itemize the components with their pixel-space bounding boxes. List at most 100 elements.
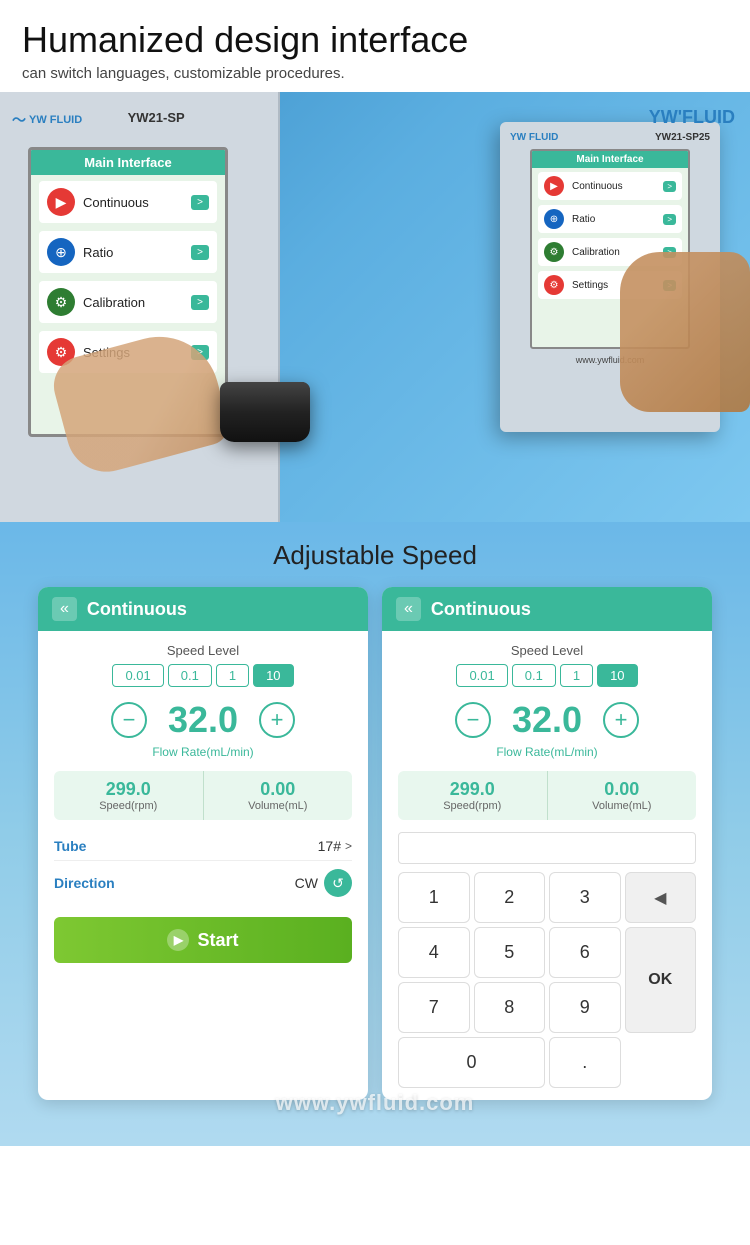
left-start-icon: ▶ [167, 929, 189, 951]
speed-btn-001[interactable]: 0.01 [112, 664, 163, 687]
left-direction-label: Direction [54, 875, 115, 891]
right-speed-btn-1[interactable]: 1 [560, 664, 593, 687]
numpad-btn-4[interactable]: 4 [398, 927, 470, 978]
screen-left-header: Main Interface [31, 150, 225, 175]
device-model-left: YW21-SP [128, 110, 185, 125]
ywfluid-photo-logo: YW'FLUID [649, 107, 735, 128]
right-flow-control: − 32.0 + [398, 699, 696, 741]
menu-row-calibration-left[interactable]: ⚙ Calibration > [39, 281, 217, 323]
left-panel-title: Continuous [87, 599, 187, 620]
right-volume-cell: 0.00 Volume(mL) [548, 771, 697, 820]
right-volume-value: 0.00 [558, 779, 687, 800]
numpad-btn-2[interactable]: 2 [474, 872, 546, 923]
calibration-icon-left: ⚙ [47, 288, 75, 316]
speed-btn-01[interactable]: 0.1 [168, 664, 212, 687]
left-panel: « Continuous Speed Level 0.01 0.1 1 10 −… [38, 587, 368, 1100]
continuous-icon-left: ▶ [47, 188, 75, 216]
continuous-label-left: Continuous [83, 195, 183, 210]
device-logo-right: YW FLUID [510, 132, 558, 143]
numpad-ok-button[interactable]: OK [625, 927, 697, 1033]
right-speed-btn-10[interactable]: 10 [597, 664, 637, 687]
continuous-label-right: Continuous [572, 181, 655, 192]
right-panel-header: « Continuous [382, 587, 712, 631]
left-flow-value: 32.0 [163, 699, 243, 741]
left-speed-volume-row: 299.0 Speed(rpm) 0.00 Volume(mL) [54, 771, 352, 820]
numpad-input-display[interactable] [398, 832, 696, 864]
menu-row-continuous-right[interactable]: ▶ Continuous > [538, 172, 682, 200]
continuous-arrow-left: > [191, 195, 209, 210]
watermark-text: www.ywfluid.com [276, 1090, 475, 1115]
left-speed-cell: 299.0 Speed(rpm) [54, 771, 204, 820]
left-tube-label: Tube [54, 838, 86, 854]
calibration-label-left: Calibration [83, 295, 183, 310]
continuous-arrow-right: > [663, 181, 676, 192]
left-speed-rpm-label: Speed(rpm) [64, 800, 193, 812]
left-plus-button[interactable]: + [259, 702, 295, 738]
settings-icon-right: ⚙ [544, 275, 564, 295]
left-minus-button[interactable]: − [111, 702, 147, 738]
top-text-section: Humanized design interface can switch la… [0, 0, 750, 92]
speed-btn-10[interactable]: 10 [253, 664, 293, 687]
menu-row-continuous-left[interactable]: ▶ Continuous > [39, 181, 217, 223]
foot-pedal-top [220, 382, 310, 412]
numpad-btn-3[interactable]: 3 [549, 872, 621, 923]
ratio-icon-right: ⊕ [544, 209, 564, 229]
calibration-arrow-left: > [191, 295, 209, 310]
numpad-btn-dot[interactable]: . [549, 1037, 621, 1088]
right-speed-cell: 299.0 Speed(rpm) [398, 771, 548, 820]
left-volume-label: Volume(mL) [214, 800, 343, 812]
numpad-btn-8[interactable]: 8 [474, 982, 546, 1033]
left-volume-cell: 0.00 Volume(mL) [204, 771, 353, 820]
numpad-btn-9[interactable]: 9 [549, 982, 621, 1033]
numpad-container: 1 2 3 ◀ 4 5 6 OK 7 8 9 0 . [398, 832, 696, 1088]
numpad-btn-5[interactable]: 5 [474, 927, 546, 978]
left-direction-row: Direction CW ↺ [54, 861, 352, 905]
right-speed-btn-01[interactable]: 0.1 [512, 664, 556, 687]
numpad-btn-6[interactable]: 6 [549, 927, 621, 978]
hand-right [620, 252, 750, 412]
left-tube-number: 17# [318, 838, 341, 854]
photo-section: 〜 YW FLUID YW21-SP Main Interface ▶ Cont… [0, 92, 750, 522]
right-flow-value: 32.0 [507, 699, 587, 741]
right-speed-level-label: Speed Level [398, 643, 696, 658]
ratio-label-right: Ratio [572, 214, 655, 225]
continuous-icon-right: ▶ [544, 176, 564, 196]
ywfluid-logo-text: YW'FLUID [649, 107, 735, 128]
logo-text-right: YW FLUID [510, 132, 558, 143]
left-start-button[interactable]: ▶ Start [54, 917, 352, 963]
left-panel-back-button[interactable]: « [52, 597, 77, 621]
right-speed-rpm-label: Speed(rpm) [408, 800, 537, 812]
right-minus-button[interactable]: − [455, 702, 491, 738]
device-left: 〜 YW FLUID YW21-SP Main Interface ▶ Cont… [0, 92, 280, 522]
speed-btn-1[interactable]: 1 [216, 664, 249, 687]
right-panel: « Continuous Speed Level 0.01 0.1 1 10 −… [382, 587, 712, 1100]
numpad-backspace-button[interactable]: ◀ [625, 872, 697, 923]
left-direction-toggle[interactable]: ↺ [324, 869, 352, 897]
left-speed-buttons: 0.01 0.1 1 10 [54, 664, 352, 687]
right-plus-button[interactable]: + [603, 702, 639, 738]
right-speed-rpm-value: 299.0 [408, 779, 537, 800]
left-speed-level-label: Speed Level [54, 643, 352, 658]
left-tube-arrow: > [345, 839, 352, 853]
left-direction-text: CW [295, 875, 318, 891]
right-panel-back-button[interactable]: « [396, 597, 421, 621]
left-speed-rpm-value: 299.0 [64, 779, 193, 800]
watermark: www.ywfluid.com [20, 1090, 730, 1116]
panels-row: « Continuous Speed Level 0.01 0.1 1 10 −… [20, 587, 730, 1100]
numpad-grid: 1 2 3 ◀ 4 5 6 OK 7 8 9 0 . [398, 872, 696, 1088]
numpad-btn-0[interactable]: 0 [398, 1037, 545, 1088]
numpad-btn-1[interactable]: 1 [398, 872, 470, 923]
ratio-icon-left: ⊕ [47, 238, 75, 266]
right-speed-btn-001[interactable]: 0.01 [456, 664, 507, 687]
device-logo-left: 〜 YW FLUID [12, 110, 82, 130]
numpad-btn-7[interactable]: 7 [398, 982, 470, 1033]
device-model-right: YW21-SP25 [655, 132, 710, 143]
ratio-arrow-left: > [191, 245, 209, 260]
menu-row-ratio-right[interactable]: ⊕ Ratio > [538, 205, 682, 233]
right-speed-volume-row: 299.0 Speed(rpm) 0.00 Volume(mL) [398, 771, 696, 820]
menu-row-ratio-left[interactable]: ⊕ Ratio > [39, 231, 217, 273]
page-subtitle: can switch languages, customizable proce… [22, 65, 728, 82]
ratio-arrow-right: > [663, 214, 676, 225]
left-flow-unit: Flow Rate(mL/min) [54, 745, 352, 759]
left-tube-value: 17# > [318, 838, 352, 854]
